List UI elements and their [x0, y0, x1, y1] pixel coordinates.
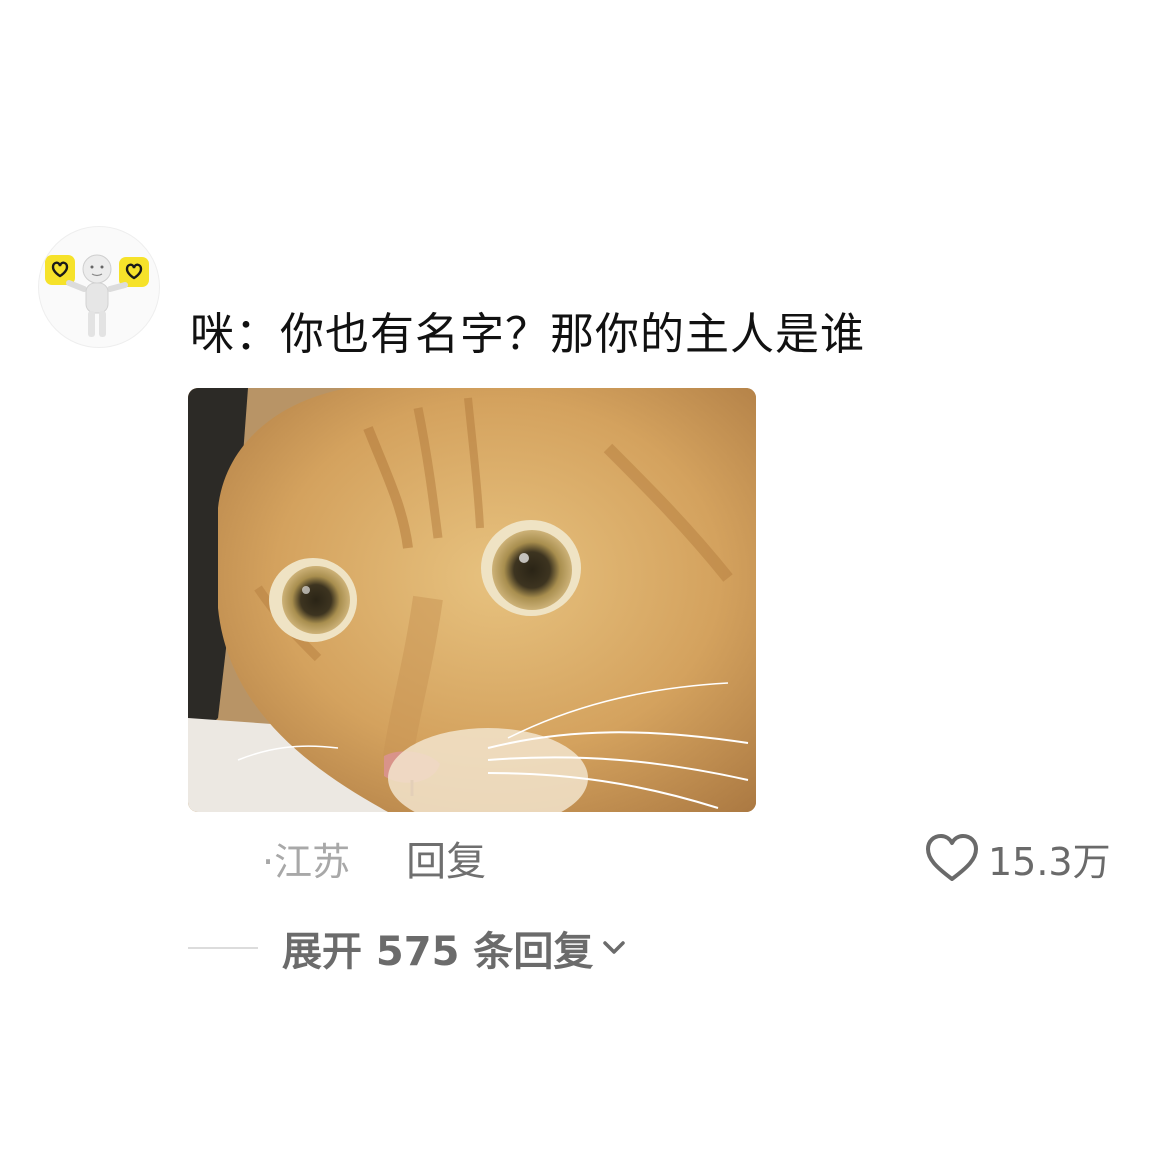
- orange-tabby-cat-photo: [188, 388, 756, 812]
- like-button[interactable]: 15.3万: [924, 830, 1111, 886]
- avatar[interactable]: [38, 226, 160, 348]
- comment-text: 咪：你也有名字？那你的主人是谁: [190, 309, 865, 360]
- figure-holding-heart-signs-icon: [45, 254, 149, 337]
- comment-meta: ·江苏 回复: [262, 828, 486, 888]
- heart-outline-icon: [926, 834, 978, 881]
- chevron-down-icon: [603, 941, 626, 954]
- expand-replies-button[interactable]: 展开 575 条回复: [282, 919, 629, 977]
- like-count: 15.3万: [988, 839, 1111, 884]
- comment-image[interactable]: [188, 388, 756, 812]
- expand-replies-row: 展开 575 条回复: [188, 918, 629, 978]
- reply-button[interactable]: 回复: [406, 829, 486, 887]
- divider: [188, 947, 258, 949]
- expand-replies-label: 展开 575 条回复: [282, 929, 594, 975]
- location-label: ·江苏: [262, 839, 351, 884]
